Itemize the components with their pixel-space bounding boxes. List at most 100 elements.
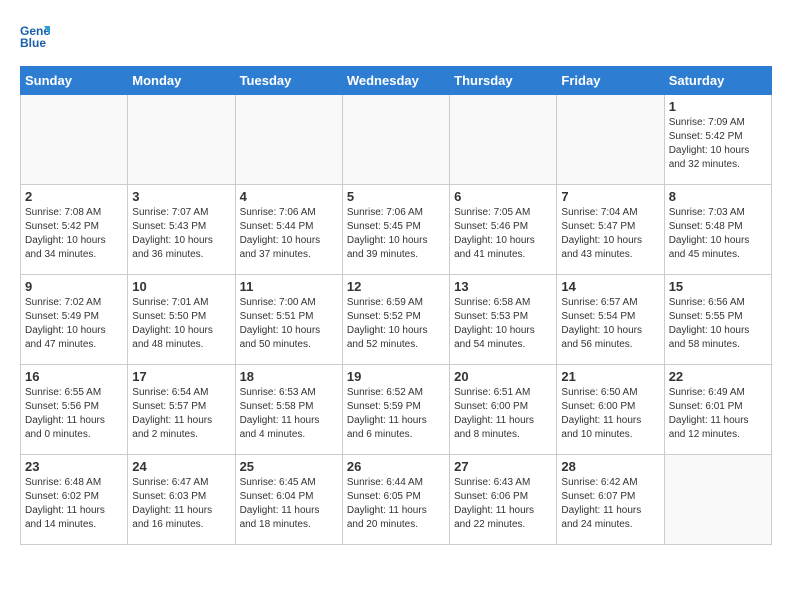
day-info: Sunrise: 7:00 AMSunset: 5:51 PMDaylight:…: [240, 296, 338, 352]
calendar-cell: 22 Sunrise: 6:49 AMSunset: 6:01 PMDayligh…: [664, 365, 771, 455]
day-number: 15: [669, 279, 767, 294]
day-info: Sunrise: 6:55 AMSunset: 5:56 PMDaylight:…: [25, 386, 123, 442]
day-number: 27: [454, 459, 552, 474]
calendar-cell: 3 Sunrise: 7:07 AMSunset: 5:43 PMDaylight…: [128, 185, 235, 275]
day-info: Sunrise: 7:04 AMSunset: 5:47 PMDaylight:…: [561, 206, 659, 262]
weekday-header-monday: Monday: [128, 67, 235, 95]
calendar-cell: 27 Sunrise: 6:43 AMSunset: 6:06 PMDayligh…: [450, 455, 557, 545]
day-number: 2: [25, 189, 123, 204]
calendar-cell: 17 Sunrise: 6:54 AMSunset: 5:57 PMDayligh…: [128, 365, 235, 455]
calendar-cell: 24 Sunrise: 6:47 AMSunset: 6:03 PMDayligh…: [128, 455, 235, 545]
calendar-cell: 23 Sunrise: 6:48 AMSunset: 6:02 PMDayligh…: [21, 455, 128, 545]
calendar-cell: 12 Sunrise: 6:59 AMSunset: 5:52 PMDayligh…: [342, 275, 449, 365]
calendar-table: SundayMondayTuesdayWednesdayThursdayFrid…: [20, 66, 772, 545]
calendar-cell: 8 Sunrise: 7:03 AMSunset: 5:48 PMDaylight…: [664, 185, 771, 275]
calendar-cell: [128, 95, 235, 185]
calendar-cell: [557, 95, 664, 185]
calendar-cell: 21 Sunrise: 6:50 AMSunset: 6:00 PMDayligh…: [557, 365, 664, 455]
day-number: 14: [561, 279, 659, 294]
day-number: 22: [669, 369, 767, 384]
day-number: 19: [347, 369, 445, 384]
weekday-header-sunday: Sunday: [21, 67, 128, 95]
calendar-week-row: 2 Sunrise: 7:08 AMSunset: 5:42 PMDaylight…: [21, 185, 772, 275]
day-info: Sunrise: 7:07 AMSunset: 5:43 PMDaylight:…: [132, 206, 230, 262]
day-number: 9: [25, 279, 123, 294]
day-info: Sunrise: 6:47 AMSunset: 6:03 PMDaylight:…: [132, 476, 230, 532]
page-header: General Blue: [20, 20, 772, 60]
day-number: 7: [561, 189, 659, 204]
day-number: 8: [669, 189, 767, 204]
day-number: 4: [240, 189, 338, 204]
calendar-week-row: 23 Sunrise: 6:48 AMSunset: 6:02 PMDayligh…: [21, 455, 772, 545]
calendar-cell: 6Sunrise: 7:05 AMSunset: 5:46 PMDaylight…: [450, 185, 557, 275]
day-info: Sunrise: 6:44 AMSunset: 6:05 PMDaylight:…: [347, 476, 445, 532]
weekday-header-thursday: Thursday: [450, 67, 557, 95]
weekday-header-friday: Friday: [557, 67, 664, 95]
day-info: Sunrise: 6:51 AMSunset: 6:00 PMDaylight:…: [454, 386, 552, 442]
day-info: Sunrise: 6:49 AMSunset: 6:01 PMDaylight:…: [669, 386, 767, 442]
logo-icon: General Blue: [20, 20, 50, 50]
calendar-cell: 10 Sunrise: 7:01 AMSunset: 5:50 PMDayligh…: [128, 275, 235, 365]
day-info: Sunrise: 7:01 AMSunset: 5:50 PMDaylight:…: [132, 296, 230, 352]
calendar-cell: 14 Sunrise: 6:57 AMSunset: 5:54 PMDayligh…: [557, 275, 664, 365]
calendar-cell: 13 Sunrise: 6:58 AMSunset: 5:53 PMDayligh…: [450, 275, 557, 365]
day-info: Sunrise: 6:42 AMSunset: 6:07 PMDaylight:…: [561, 476, 659, 532]
calendar-cell: 5 Sunrise: 7:06 AMSunset: 5:45 PMDaylight…: [342, 185, 449, 275]
calendar-cell: 18Sunrise: 6:53 AMSunset: 5:58 PMDayligh…: [235, 365, 342, 455]
day-number: 13: [454, 279, 552, 294]
day-number: 18: [240, 369, 338, 384]
day-number: 28: [561, 459, 659, 474]
calendar-cell: 16 Sunrise: 6:55 AMSunset: 5:56 PMDayligh…: [21, 365, 128, 455]
day-number: 11: [240, 279, 338, 294]
day-info: Sunrise: 6:59 AMSunset: 5:52 PMDaylight:…: [347, 296, 445, 352]
day-info: Sunrise: 6:54 AMSunset: 5:57 PMDaylight:…: [132, 386, 230, 442]
day-info: Sunrise: 7:05 AMSunset: 5:46 PMDaylight:…: [454, 206, 552, 262]
weekday-header-tuesday: Tuesday: [235, 67, 342, 95]
day-info: Sunrise: 7:06 AMSunset: 5:44 PMDaylight:…: [240, 206, 338, 262]
day-number: 1: [669, 99, 767, 114]
day-number: 17: [132, 369, 230, 384]
calendar-cell: [450, 95, 557, 185]
day-info: Sunrise: 7:02 AMSunset: 5:49 PMDaylight:…: [25, 296, 123, 352]
day-info: Sunrise: 6:48 AMSunset: 6:02 PMDaylight:…: [25, 476, 123, 532]
calendar-cell: 26Sunrise: 6:44 AMSunset: 6:05 PMDayligh…: [342, 455, 449, 545]
day-info: Sunrise: 6:43 AMSunset: 6:06 PMDaylight:…: [454, 476, 552, 532]
calendar-cell: 19Sunrise: 6:52 AMSunset: 5:59 PMDayligh…: [342, 365, 449, 455]
calendar-week-row: 1 Sunrise: 7:09 AMSunset: 5:42 PMDaylight…: [21, 95, 772, 185]
day-info: Sunrise: 6:58 AMSunset: 5:53 PMDaylight:…: [454, 296, 552, 352]
day-info: Sunrise: 7:09 AMSunset: 5:42 PMDaylight:…: [669, 116, 767, 172]
calendar-cell: [664, 455, 771, 545]
calendar-cell: 7 Sunrise: 7:04 AMSunset: 5:47 PMDaylight…: [557, 185, 664, 275]
day-info: Sunrise: 6:50 AMSunset: 6:00 PMDaylight:…: [561, 386, 659, 442]
calendar-cell: 25Sunrise: 6:45 AMSunset: 6:04 PMDayligh…: [235, 455, 342, 545]
calendar-cell: 9 Sunrise: 7:02 AMSunset: 5:49 PMDaylight…: [21, 275, 128, 365]
day-number: 5: [347, 189, 445, 204]
svg-text:Blue: Blue: [20, 36, 46, 50]
day-number: 24: [132, 459, 230, 474]
day-number: 16: [25, 369, 123, 384]
day-number: 3: [132, 189, 230, 204]
day-number: 21: [561, 369, 659, 384]
calendar-cell: [235, 95, 342, 185]
weekday-header-wednesday: Wednesday: [342, 67, 449, 95]
calendar-cell: 2 Sunrise: 7:08 AMSunset: 5:42 PMDaylight…: [21, 185, 128, 275]
calendar-cell: 15 Sunrise: 6:56 AMSunset: 5:55 PMDayligh…: [664, 275, 771, 365]
day-info: Sunrise: 7:03 AMSunset: 5:48 PMDaylight:…: [669, 206, 767, 262]
day-info: Sunrise: 7:06 AMSunset: 5:45 PMDaylight:…: [347, 206, 445, 262]
day-info: Sunrise: 6:56 AMSunset: 5:55 PMDaylight:…: [669, 296, 767, 352]
calendar-cell: [21, 95, 128, 185]
day-info: Sunrise: 7:08 AMSunset: 5:42 PMDaylight:…: [25, 206, 123, 262]
logo: General Blue: [20, 20, 54, 50]
weekday-header-row: SundayMondayTuesdayWednesdayThursdayFrid…: [21, 67, 772, 95]
calendar-week-row: 9 Sunrise: 7:02 AMSunset: 5:49 PMDaylight…: [21, 275, 772, 365]
weekday-header-saturday: Saturday: [664, 67, 771, 95]
calendar-cell: 4 Sunrise: 7:06 AMSunset: 5:44 PMDaylight…: [235, 185, 342, 275]
day-number: 23: [25, 459, 123, 474]
calendar-cell: 1 Sunrise: 7:09 AMSunset: 5:42 PMDaylight…: [664, 95, 771, 185]
calendar-cell: 11 Sunrise: 7:00 AMSunset: 5:51 PMDayligh…: [235, 275, 342, 365]
day-number: 12: [347, 279, 445, 294]
day-info: Sunrise: 6:57 AMSunset: 5:54 PMDaylight:…: [561, 296, 659, 352]
day-number: 25: [240, 459, 338, 474]
calendar-cell: [342, 95, 449, 185]
day-number: 10: [132, 279, 230, 294]
